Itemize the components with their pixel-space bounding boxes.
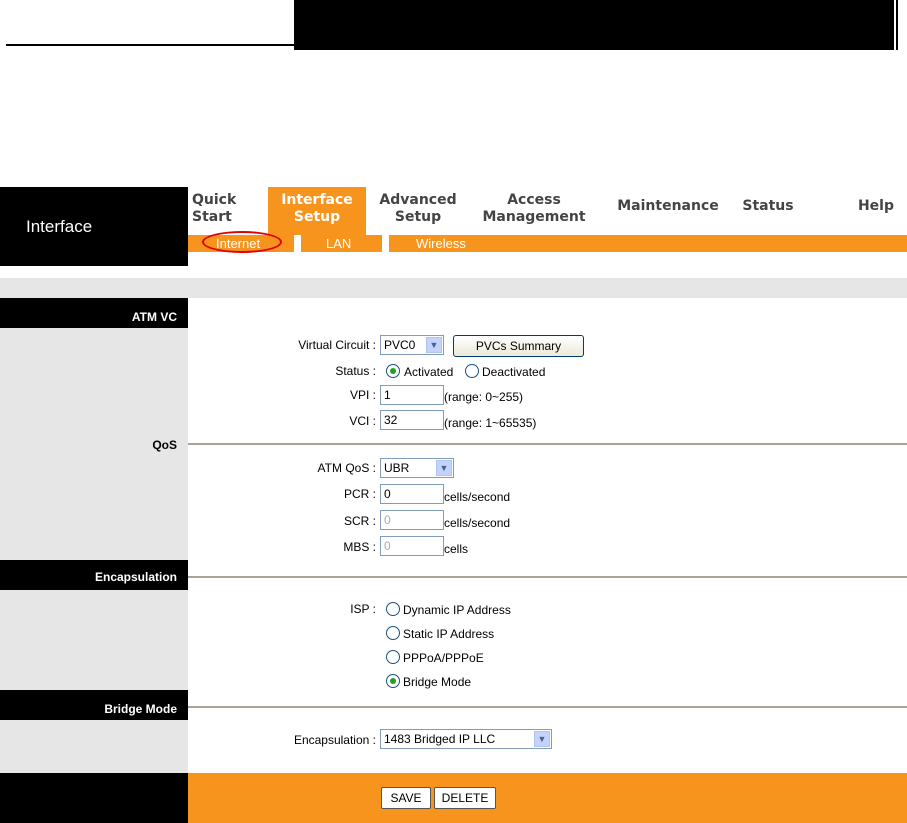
chevron-down-icon: ▼ (426, 337, 442, 353)
virtual-circuit-label: Virtual Circuit : (298, 338, 376, 352)
scr-label: SCR : (343, 514, 376, 528)
brand-label: Interface (0, 187, 188, 266)
status-activated-label: Activated (404, 365, 454, 379)
menu-line: Interface (281, 192, 353, 208)
vpi-label: VPI : (349, 388, 376, 402)
scr-unit: cells/second (444, 516, 511, 530)
virtual-circuit-select[interactable]: PVC0 ▼ (380, 335, 444, 355)
save-button[interactable]: SAVE (381, 787, 431, 809)
menu-line: Management (482, 209, 586, 225)
encapsulation-select[interactable]: 1483 Bridged IP LLC ▼ (380, 729, 552, 749)
mbs-input[interactable] (380, 536, 444, 556)
isp-pppoa-pppoe-label: PPPoA/PPPoE (403, 651, 484, 665)
isp-static-ip-radio[interactable] (386, 626, 400, 640)
chevron-down-icon: ▼ (534, 731, 550, 747)
menu-advanced-setup[interactable]: Advanced Setup (368, 187, 468, 235)
menu-line: Maintenance (617, 198, 719, 214)
status-deactivated-radio[interactable] (465, 364, 479, 378)
footer-bar (188, 773, 907, 823)
mbs-unit: cells (444, 542, 469, 556)
submenu-separator (382, 235, 389, 252)
submenu-internet[interactable]: Internet (216, 235, 260, 252)
sub-menu: Internet LAN Wireless (188, 231, 907, 253)
isp-pppoa-pppoe-radio[interactable] (386, 650, 400, 664)
section-qos: QoS (152, 438, 177, 452)
isp-static-ip-label: Static IP Address (403, 627, 495, 641)
pvcs-summary-button[interactable]: PVCs Summary (453, 335, 584, 357)
menu-line: Quick (192, 192, 237, 208)
scr-input[interactable] (380, 510, 444, 530)
header-bar-edge (896, 0, 898, 50)
menu-maintenance[interactable]: Maintenance (610, 187, 726, 235)
status-activated-radio[interactable] (386, 364, 400, 378)
atm-qos-value: UBR (384, 461, 410, 475)
menu-line: Setup (394, 209, 442, 225)
isp-bridge-mode-label: Bridge Mode (403, 675, 472, 689)
menu-line: Status (742, 198, 794, 214)
main-menu: Quick Start Interface Setup Advanced Setup … (188, 187, 907, 235)
pcr-label: PCR : (343, 487, 376, 501)
chevron-down-icon: ▼ (436, 460, 452, 476)
vci-range: (range: 1~65535) (444, 416, 537, 430)
submenu-lan[interactable]: LAN (326, 235, 351, 252)
submenu-wireless[interactable]: Wireless (416, 235, 466, 252)
menu-help[interactable]: Help (848, 187, 904, 235)
menu-interface-setup[interactable]: Interface Setup (268, 187, 366, 235)
section-encapsulation: Encapsulation (0, 560, 188, 590)
pcr-unit: cells/second (444, 490, 511, 504)
left-panel-bridge (0, 720, 188, 773)
status-deactivated-label: Deactivated (482, 365, 546, 379)
menu-quick-start[interactable]: Quick Start (188, 187, 274, 235)
pcr-input[interactable] (380, 484, 444, 504)
header-underline (6, 44, 294, 46)
menu-status[interactable]: Status (736, 187, 800, 235)
isp-dynamic-ip-radio[interactable] (386, 602, 400, 616)
isp-label: ISP : (350, 602, 376, 616)
footer-left (0, 773, 188, 823)
encapsulation-label: Encapsulation : (293, 733, 376, 747)
navigation: Interface Quick Start Interface Setup Adva… (0, 187, 907, 266)
encapsulation-divider (188, 576, 907, 578)
delete-button[interactable]: DELETE (434, 787, 496, 809)
vpi-range: (range: 0~255) (444, 390, 524, 404)
virtual-circuit-value: PVC0 (384, 338, 416, 352)
bridge-divider (188, 706, 907, 708)
title-band (0, 278, 907, 298)
mbs-label: MBS : (343, 540, 376, 554)
atm-qos-select[interactable]: UBR ▼ (380, 458, 454, 478)
encapsulation-value: 1483 Bridged IP LLC (384, 732, 496, 746)
menu-access-management[interactable]: Access Management (474, 187, 594, 235)
vci-input[interactable] (380, 410, 444, 430)
menu-line: Advanced (379, 192, 457, 208)
menu-line: Access (507, 192, 561, 208)
section-bridge-mode: Bridge Mode (0, 690, 188, 720)
menu-line: Start (192, 209, 232, 225)
left-panel-encapsulation (0, 590, 188, 690)
menu-line: Setup (293, 209, 341, 225)
atm-qos-label: ATM QoS : (317, 461, 376, 475)
status-label: Status : (335, 364, 376, 378)
vci-label: VCI : (349, 414, 376, 428)
vpi-input[interactable] (380, 385, 444, 405)
section-atm-vc: ATM VC (0, 298, 188, 328)
menu-line: Help (857, 198, 895, 214)
header-bar (294, 0, 894, 50)
qos-divider (188, 443, 907, 445)
isp-bridge-mode-radio[interactable] (386, 674, 400, 688)
isp-dynamic-ip-label: Dynamic IP Address (403, 603, 511, 617)
submenu-separator (294, 235, 301, 252)
